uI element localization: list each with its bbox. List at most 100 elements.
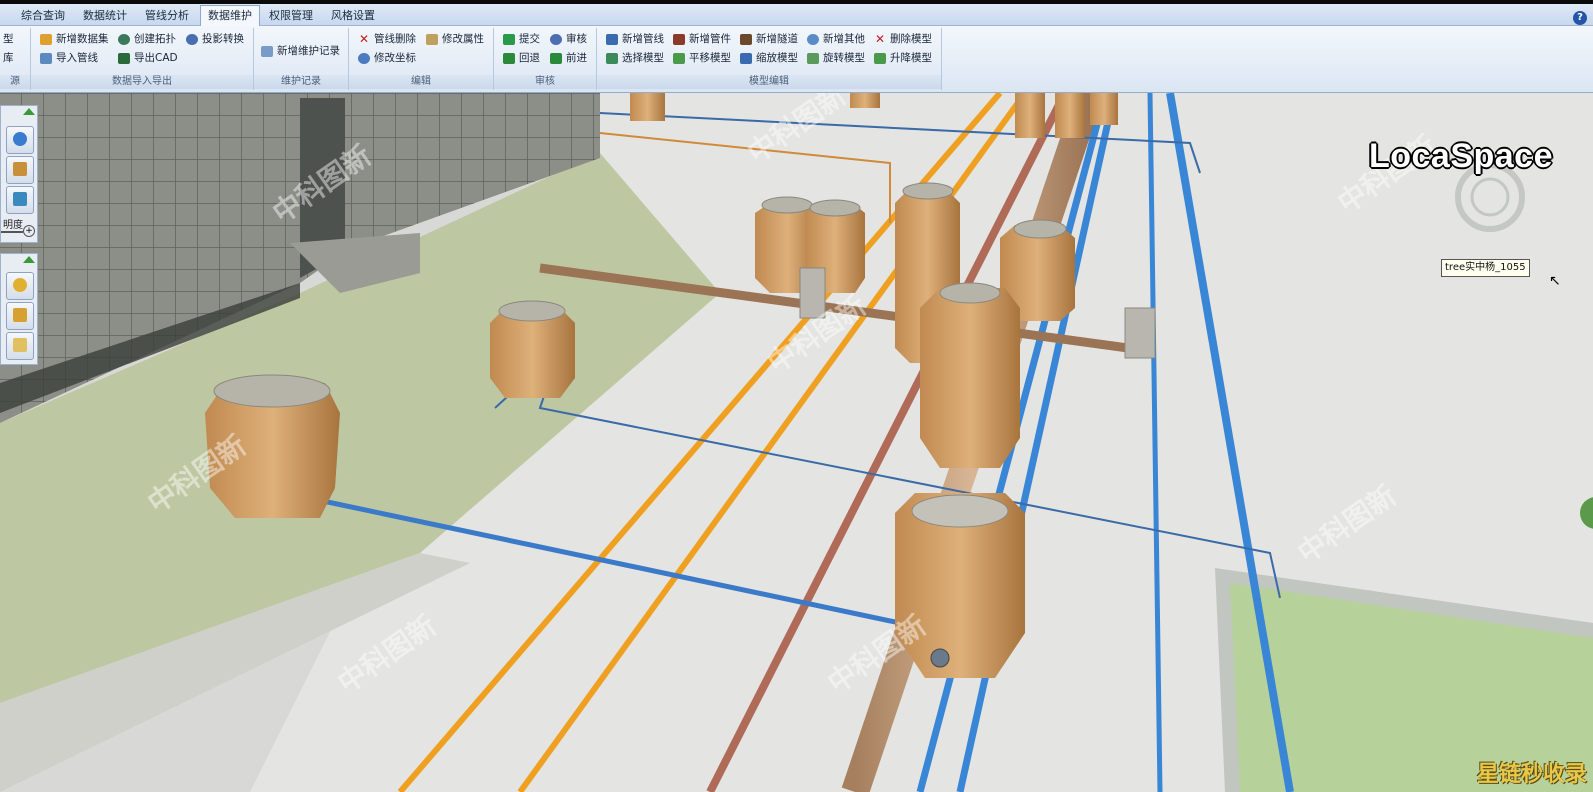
btn-label: 平移模型 <box>689 52 731 64</box>
select-model-button[interactable]: 选择模型 <box>605 50 664 67</box>
btn-label: 创建拓扑 <box>134 33 176 45</box>
create-topology-button[interactable]: 创建拓扑 <box>117 31 176 48</box>
new-tunnel-button[interactable]: 新增隧道 <box>739 31 798 48</box>
scale-icon <box>740 53 752 64</box>
tab-style[interactable]: 风格设置 <box>324 6 382 25</box>
new-fitting-button[interactable]: 新增管件 <box>672 31 731 48</box>
btn-label: 提交 <box>519 33 540 45</box>
tab-query[interactable]: 综合查询 <box>14 6 72 25</box>
brush-icon <box>13 338 27 352</box>
corner-watermark: 星链秒收录 <box>1476 762 1587 787</box>
submit-button[interactable]: 提交 <box>502 31 540 48</box>
other-icon <box>807 34 819 45</box>
btn-label: 旋转模型 <box>823 52 865 64</box>
btn-label: 新增维护记录 <box>277 45 340 57</box>
brand-logo: LocaSpace <box>1368 137 1553 175</box>
ribbon-group-review: 提交 审核 回退 前进 审核 <box>494 28 597 90</box>
submit-icon <box>503 34 515 45</box>
left-tool-panel-1: 明度 + <box>0 105 38 243</box>
manhole-2 <box>490 300 575 398</box>
btn-label: 升降模型 <box>890 52 932 64</box>
dataset-icon <box>40 34 52 45</box>
edit-coordinates-button[interactable]: 修改坐标 <box>357 50 416 67</box>
terrain-button[interactable] <box>6 156 34 184</box>
btn-label: 缩放模型 <box>756 52 798 64</box>
menu-tab-bar: 综合查询 数据统计 管线分析 数据维护 权限管理 风格设置 ? <box>0 4 1593 27</box>
transparency-slider[interactable] <box>1 231 23 233</box>
topology-icon <box>118 34 130 45</box>
ribbon-btn-library[interactable]: 库 <box>0 50 14 67</box>
measure-button[interactable] <box>6 272 34 300</box>
btn-label: 新增其他 <box>823 33 865 45</box>
review-icon <box>550 34 562 45</box>
scale-model-button[interactable]: 缩放模型 <box>739 50 798 67</box>
btn-label: 导入管线 <box>56 52 98 64</box>
globe-view-button[interactable] <box>6 126 34 154</box>
ribbon-toolbar: 型 库 源 新增数据集 创建拓扑 投影转换 导入管线 导出CAD 数据导入导出 … <box>0 26 1593 93</box>
delete-pipeline-button[interactable]: ✕ 管线删除 <box>357 31 416 48</box>
transparency-label: 明度 <box>3 220 23 231</box>
delete-model-button[interactable]: ✕ 删除模型 <box>873 31 932 48</box>
fitting-icon <box>673 34 685 45</box>
btn-label: 管线删除 <box>374 33 416 45</box>
ruler-icon <box>13 308 27 322</box>
globe-icon <box>186 34 198 45</box>
tab-analysis[interactable]: 管线分析 <box>138 6 196 25</box>
group-title: 编辑 <box>349 75 493 89</box>
ribbon-group-maintain-record: 新增维护记录 维护记录 <box>254 28 349 90</box>
group-title: 源 <box>0 75 30 89</box>
lift-model-button[interactable]: 升降模型 <box>873 50 932 67</box>
ribbon-group-datasource: 型 库 源 <box>0 28 31 90</box>
btn-label: 库 <box>3 52 14 64</box>
help-icon[interactable]: ? <box>1573 11 1587 25</box>
btn-label: 导出CAD <box>134 52 178 64</box>
import-icon <box>40 53 52 64</box>
attributes-icon <box>426 34 438 45</box>
btn-label: 新增数据集 <box>56 33 109 45</box>
collapse-icon[interactable] <box>23 256 35 263</box>
new-pipeline-button[interactable]: 新增管线 <box>605 31 664 48</box>
layer-button[interactable] <box>6 186 34 214</box>
lift-icon <box>874 53 886 64</box>
globe-icon <box>13 132 27 146</box>
ruler-button[interactable] <box>6 302 34 330</box>
move-model-button[interactable]: 平移模型 <box>672 50 731 67</box>
rotate-icon <box>807 53 819 64</box>
rollback-button[interactable]: 回退 <box>502 50 540 67</box>
btn-label: 回退 <box>519 52 540 64</box>
forward-button[interactable]: 前进 <box>549 50 587 67</box>
new-other-button[interactable]: 新增其他 <box>806 31 865 48</box>
btn-label: 新增隧道 <box>756 33 798 45</box>
pipe-joint <box>930 648 950 668</box>
pipeline-icon <box>606 34 618 45</box>
plus-icon[interactable]: + <box>23 225 35 237</box>
tab-permissions[interactable]: 权限管理 <box>262 6 320 25</box>
btn-label: 修改坐标 <box>374 52 416 64</box>
left-tool-panel-2 <box>0 253 38 365</box>
manhole-7 <box>920 282 1020 468</box>
btn-label: 删除模型 <box>890 33 932 45</box>
import-pipeline-button[interactable]: 导入管线 <box>39 50 98 67</box>
btn-label: 新增管线 <box>622 33 664 45</box>
export-cad-button[interactable]: 导出CAD <box>117 50 178 67</box>
move-icon <box>673 53 685 64</box>
btn-label: 选择模型 <box>622 52 664 64</box>
record-icon <box>261 46 273 57</box>
new-dataset-button[interactable]: 新增数据集 <box>39 31 109 48</box>
tab-statistics[interactable]: 数据统计 <box>76 6 134 25</box>
group-title: 维护记录 <box>254 75 348 89</box>
ribbon-btn-model[interactable]: 型 <box>0 31 14 48</box>
rotate-model-button[interactable]: 旋转模型 <box>806 50 865 67</box>
btn-label: 投影转换 <box>202 33 244 45</box>
3d-viewport[interactable]: 中科图新 中科图新 中科图新 中科图新 中科图新 中科图新 中科图新 中科图新 … <box>0 93 1593 792</box>
new-maintain-record-button[interactable]: 新增维护记录 <box>260 43 340 60</box>
projection-convert-button[interactable]: 投影转换 <box>185 31 244 48</box>
edit-attributes-button[interactable]: 修改属性 <box>425 31 484 48</box>
clear-button[interactable] <box>6 332 34 360</box>
review-button[interactable]: 审核 <box>549 31 587 48</box>
tab-maintenance[interactable]: 数据维护 <box>200 5 260 27</box>
collapse-icon[interactable] <box>23 108 35 115</box>
select-icon <box>606 53 618 64</box>
cad-icon <box>118 53 130 64</box>
btn-label: 新增管件 <box>689 33 731 45</box>
